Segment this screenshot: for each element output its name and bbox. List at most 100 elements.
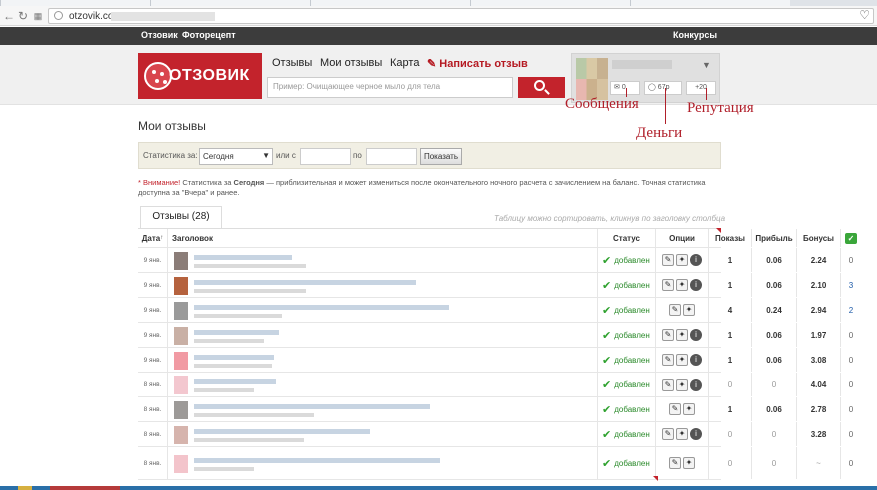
wrench-icon[interactable]: ✦ [683, 403, 695, 415]
review-subtitle-redacted [194, 412, 314, 417]
row-likes[interactable]: 3 [841, 273, 861, 297]
review-title-redacted[interactable] [194, 354, 274, 360]
nav-map[interactable]: Карта [390, 57, 419, 69]
or-from-label: или с [276, 151, 296, 160]
review-thumbnail[interactable] [174, 425, 188, 444]
money-pill[interactable]: ◯ 67р [644, 81, 682, 95]
topnav-otzovik[interactable]: Отзовик [141, 30, 178, 40]
wrench-icon[interactable]: ✦ [683, 304, 695, 316]
row-date: 9 янв. [138, 248, 168, 272]
site-logo[interactable]: ОТЗОВИК [138, 53, 262, 99]
row-likes[interactable]: 0 [841, 397, 861, 421]
column-profit[interactable]: Прибыль [752, 229, 797, 247]
wrench-icon[interactable]: ✦ [683, 457, 695, 469]
review-thumbnail[interactable] [174, 376, 188, 394]
taskbar-item[interactable] [50, 486, 120, 490]
topnav-photorecipe[interactable]: Фоторецепт [182, 30, 236, 40]
review-thumbnail[interactable] [174, 301, 188, 320]
column-date[interactable]: Дата ↑ [138, 229, 168, 247]
review-subtitle-redacted [194, 466, 254, 471]
show-button[interactable]: Показать [420, 148, 462, 165]
avatar[interactable] [576, 58, 608, 100]
row-bonus: 2.24 [797, 248, 841, 272]
apps-grid-icon[interactable]: ▦ [32, 9, 44, 23]
row-status: ✔ добавлен [598, 348, 656, 372]
wrench-icon[interactable]: ✦ [676, 428, 688, 440]
review-thumbnail[interactable] [174, 276, 188, 295]
review-title-redacted[interactable] [194, 457, 440, 463]
info-icon[interactable]: i [690, 329, 702, 341]
date-from-input[interactable] [300, 148, 351, 165]
date-to-input[interactable] [366, 148, 417, 165]
stats-filter-bar: Статистика за: Сегодня ▼ или с по Показа… [138, 142, 721, 169]
table-row: 8 янв. ✔ добавлен ✎ ✦ 0 0 ~0 [138, 447, 853, 480]
search-input[interactable]: Пример: Очищающее черное мыло для тела [267, 77, 513, 98]
back-icon[interactable]: ← [3, 9, 15, 23]
info-icon[interactable]: i [690, 354, 702, 366]
row-likes[interactable]: 0 [841, 447, 861, 479]
row-likes[interactable]: 0 [841, 373, 861, 396]
review-thumbnail[interactable] [174, 400, 188, 419]
reload-icon[interactable]: ↻ [17, 9, 29, 23]
row-likes[interactable]: 0 [841, 422, 861, 446]
review-title-redacted[interactable] [194, 428, 370, 434]
search-button[interactable] [518, 77, 565, 98]
nav-reviews[interactable]: Отзывы [272, 57, 312, 69]
address-bar[interactable]: otzovik.com ♡ [48, 8, 874, 24]
chevron-down-icon[interactable]: ▼ [702, 60, 711, 70]
messages-pill[interactable]: ✉ 0 [610, 81, 640, 95]
info-icon[interactable]: i [690, 428, 702, 440]
page-info-icon[interactable] [54, 11, 63, 20]
wrench-icon[interactable]: ✦ [676, 254, 688, 266]
row-likes[interactable]: 2 [841, 298, 861, 322]
search-icon [534, 80, 545, 91]
wrench-icon[interactable]: ✦ [676, 378, 688, 391]
review-thumbnail[interactable] [174, 251, 188, 270]
column-bonus[interactable]: Бонусы [797, 229, 841, 247]
column-title[interactable]: Заголовок [168, 229, 598, 247]
row-bonus: ~ [797, 447, 841, 479]
review-thumbnail[interactable] [174, 351, 188, 370]
column-status[interactable]: Статус [598, 229, 656, 247]
row-bonus: 3.08 [797, 348, 841, 372]
info-icon[interactable]: i [690, 254, 702, 266]
review-thumbnail[interactable] [174, 454, 188, 473]
info-icon[interactable]: i [690, 378, 702, 391]
wrench-icon[interactable]: ✦ [676, 279, 688, 291]
edit-icon[interactable]: ✎ [662, 378, 674, 391]
period-select[interactable]: Сегодня ▼ [199, 148, 273, 165]
nav-my-reviews[interactable]: Мои отзывы [320, 57, 382, 69]
write-review-link[interactable]: ✎ Написать отзыв [427, 57, 528, 70]
review-title-redacted[interactable] [194, 304, 449, 310]
review-title-redacted[interactable] [194, 254, 292, 260]
row-likes[interactable]: 0 [841, 248, 861, 272]
edit-icon[interactable]: ✎ [662, 279, 674, 291]
reputation-pill[interactable]: +20 [686, 81, 716, 95]
edit-icon[interactable]: ✎ [669, 457, 681, 469]
review-title-redacted[interactable] [194, 403, 430, 409]
review-title-redacted[interactable] [194, 279, 416, 285]
row-likes[interactable]: 0 [841, 348, 861, 372]
taskbar-item[interactable] [18, 486, 32, 490]
table-row: 9 янв. ✔ добавлен ✎ ✦ i 1 0.06 3.08 0 [138, 348, 853, 373]
site-header: ОТЗОВИК Отзывы Мои отзывы Карта ✎ Написа… [0, 45, 877, 105]
edit-icon[interactable]: ✎ [662, 428, 674, 440]
review-title-redacted[interactable] [194, 329, 279, 335]
topnav-contests[interactable]: Конкурсы [673, 30, 717, 40]
column-likes[interactable]: ✓ [841, 229, 861, 247]
edit-icon[interactable]: ✎ [669, 304, 681, 316]
edit-icon[interactable]: ✎ [662, 329, 674, 341]
edit-icon[interactable]: ✎ [669, 403, 681, 415]
bookmark-heart-icon[interactable]: ♡ [859, 8, 870, 22]
review-thumbnail[interactable] [174, 326, 188, 345]
row-likes[interactable]: 0 [841, 323, 861, 347]
row-profit: 0 [752, 373, 797, 396]
wrench-icon[interactable]: ✦ [676, 354, 688, 366]
edit-icon[interactable]: ✎ [662, 354, 674, 366]
review-title-redacted[interactable] [194, 379, 276, 384]
info-icon[interactable]: i [690, 279, 702, 291]
wrench-icon[interactable]: ✦ [676, 329, 688, 341]
tab-reviews[interactable]: Отзывы (28) [140, 206, 222, 228]
edit-icon[interactable]: ✎ [662, 254, 674, 266]
username-redacted[interactable] [612, 60, 672, 69]
